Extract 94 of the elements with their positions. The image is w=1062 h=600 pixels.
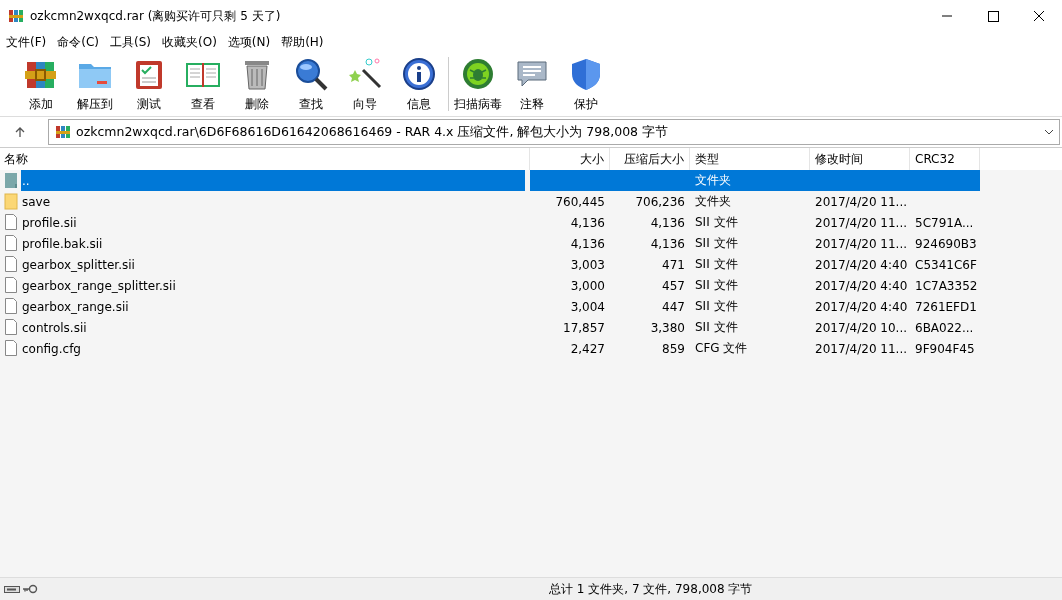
toolbar-button[interactable]: 查找 bbox=[284, 53, 338, 115]
table-cell: 文件夹 bbox=[695, 172, 731, 189]
table-cell: 471 bbox=[662, 257, 685, 272]
table-cell: 6BA022... bbox=[915, 320, 974, 335]
table-cell: C5341C6F bbox=[915, 257, 977, 272]
table-cell: 924690B3 bbox=[915, 236, 977, 251]
table-cell: 4,136 bbox=[570, 236, 605, 251]
table-cell: 760,445 bbox=[555, 194, 605, 209]
file-row[interactable]: profile.sii 4,136 4,136 SII 文件 2017/4/20 11... 5C791A... bbox=[0, 212, 1062, 233]
file-name: gearbox_splitter.sii bbox=[21, 256, 136, 274]
table-cell: 706,236 bbox=[635, 194, 685, 209]
table-cell: 2017/4/20 4:40 bbox=[815, 299, 908, 314]
folder-icon bbox=[4, 193, 18, 210]
menu-item[interactable]: 文件(F) bbox=[2, 33, 54, 51]
file-name: controls.sii bbox=[21, 319, 88, 337]
file-icon bbox=[4, 340, 18, 357]
file-name: gearbox_range.sii bbox=[21, 298, 130, 316]
table-cell: 2017/4/20 10... bbox=[815, 320, 908, 335]
toolbar-button[interactable]: 删除 bbox=[230, 53, 284, 115]
status-text: 总计 1 文件夹, 7 文件, 798,008 字节 bbox=[549, 580, 753, 598]
table-cell: SII 文件 bbox=[695, 277, 738, 294]
address-field[interactable]: ozkcmn2wxqcd.rar\6D6F68616D61642068616469 - RAR 4.x 压缩文件, 解包大小为 798,008 字节 bbox=[48, 119, 1060, 145]
toolbar-button[interactable]: 扫描病毒 bbox=[451, 53, 505, 115]
up-arrow-icon[interactable] bbox=[14, 126, 26, 138]
caret-icon[interactable] bbox=[1044, 129, 1054, 135]
file-name: profile.bak.sii bbox=[21, 235, 104, 253]
table-cell: 3,004 bbox=[570, 299, 605, 314]
archive-icon bbox=[8, 8, 24, 24]
file-row[interactable]: save 760,445 706,236 文件夹 2017/4/20 11... bbox=[0, 191, 1062, 212]
file-row[interactable]: gearbox_range_splitter.sii 3,000 457 SII 文件 2017/4/20 4:40 1C7A3352 bbox=[0, 275, 1062, 296]
table-cell: 1C7A3352 bbox=[915, 278, 978, 293]
table-cell: 9F904F45 bbox=[915, 341, 975, 356]
drive-icon bbox=[4, 584, 20, 594]
toolbar-button[interactable]: 向导 bbox=[338, 53, 392, 115]
table-cell: 4,136 bbox=[650, 236, 685, 251]
toolbar-button[interactable]: 保护 bbox=[559, 53, 613, 115]
archive-icon bbox=[55, 124, 71, 140]
table-cell: SII 文件 bbox=[695, 214, 738, 231]
file-icon bbox=[4, 319, 18, 336]
toolbar-button[interactable]: 查看 bbox=[176, 53, 230, 115]
file-name: save bbox=[21, 193, 52, 211]
toolbar-button[interactable]: 解压到 bbox=[68, 53, 122, 115]
file-row[interactable]: profile.bak.sii 4,136 4,136 SII 文件 2017/4/20 11... 924690B3 bbox=[0, 233, 1062, 254]
toolbar-button[interactable]: 注释 bbox=[505, 53, 559, 115]
file-name: .. bbox=[21, 170, 525, 191]
table-cell: 2017/4/20 11... bbox=[815, 215, 908, 230]
toolbar-button[interactable]: 测试 bbox=[122, 53, 176, 115]
file-name: profile.sii bbox=[21, 214, 78, 232]
file-icon bbox=[4, 277, 18, 294]
table-cell: 3,003 bbox=[570, 257, 605, 272]
toolbar-button[interactable]: 信息 bbox=[392, 53, 446, 115]
table-cell: 5C791A... bbox=[915, 215, 974, 230]
window-title: ozkcmn2wxqcd.rar (离购买许可只剩 5 天了) bbox=[30, 7, 282, 25]
menu-item[interactable]: 选项(N) bbox=[223, 33, 278, 51]
toolbar-button[interactable]: 添加 bbox=[14, 53, 68, 115]
table-cell: 4,136 bbox=[570, 215, 605, 230]
table-cell: 17,857 bbox=[563, 320, 605, 335]
table-cell: SII 文件 bbox=[695, 235, 738, 252]
table-cell: 3,000 bbox=[570, 278, 605, 293]
table-cell: 2017/4/20 4:40 bbox=[815, 278, 908, 293]
file-icon bbox=[4, 256, 18, 273]
table-cell: 447 bbox=[662, 299, 685, 314]
table-cell: 2017/4/20 11... bbox=[815, 341, 908, 356]
table-cell: SII 文件 bbox=[695, 319, 738, 336]
folder-icon bbox=[4, 172, 18, 189]
menu-item[interactable]: 命令(C) bbox=[53, 33, 106, 51]
table-cell: CFG 文件 bbox=[695, 340, 748, 357]
file-icon bbox=[4, 214, 18, 231]
table-cell: 2017/4/20 11... bbox=[815, 194, 908, 209]
menu-item[interactable]: 收藏夹(O) bbox=[158, 33, 224, 51]
file-icon bbox=[4, 235, 18, 252]
key-icon bbox=[22, 584, 38, 594]
table-cell: 2017/4/20 11... bbox=[815, 236, 908, 251]
table-cell: 2,427 bbox=[570, 341, 605, 356]
table-cell: 2017/4/20 4:40 bbox=[815, 257, 908, 272]
table-cell: 457 bbox=[662, 278, 685, 293]
menu-item[interactable]: 工具(S) bbox=[106, 33, 158, 51]
table-cell: SII 文件 bbox=[695, 256, 738, 273]
table-cell: 3,380 bbox=[650, 320, 685, 335]
table-cell: SII 文件 bbox=[695, 298, 738, 315]
info-icon bbox=[401, 55, 437, 92]
menu-item[interactable]: 帮助(H) bbox=[277, 33, 331, 51]
file-row[interactable]: .. 文件夹 bbox=[0, 170, 1062, 191]
file-row[interactable]: gearbox_splitter.sii 3,003 471 SII 文件 2017/4/20 4:40 C5341C6F bbox=[0, 254, 1062, 275]
file-row[interactable]: gearbox_range.sii 3,004 447 SII 文件 2017/4/20 4:40 7261EFD1 bbox=[0, 296, 1062, 317]
table-cell: 文件夹 bbox=[695, 193, 731, 210]
file-name: config.cfg bbox=[21, 340, 82, 358]
file-row[interactable]: controls.sii 17,857 3,380 SII 文件 2017/4/20 10... 6BA022... bbox=[0, 317, 1062, 338]
table-cell: 7261EFD1 bbox=[915, 299, 977, 314]
file-icon bbox=[4, 298, 18, 315]
file-name: gearbox_range_splitter.sii bbox=[21, 277, 177, 295]
table-cell: 859 bbox=[662, 341, 685, 356]
file-row[interactable]: config.cfg 2,427 859 CFG 文件 2017/4/20 11... 9F904F45 bbox=[0, 338, 1062, 359]
table-cell: 4,136 bbox=[650, 215, 685, 230]
